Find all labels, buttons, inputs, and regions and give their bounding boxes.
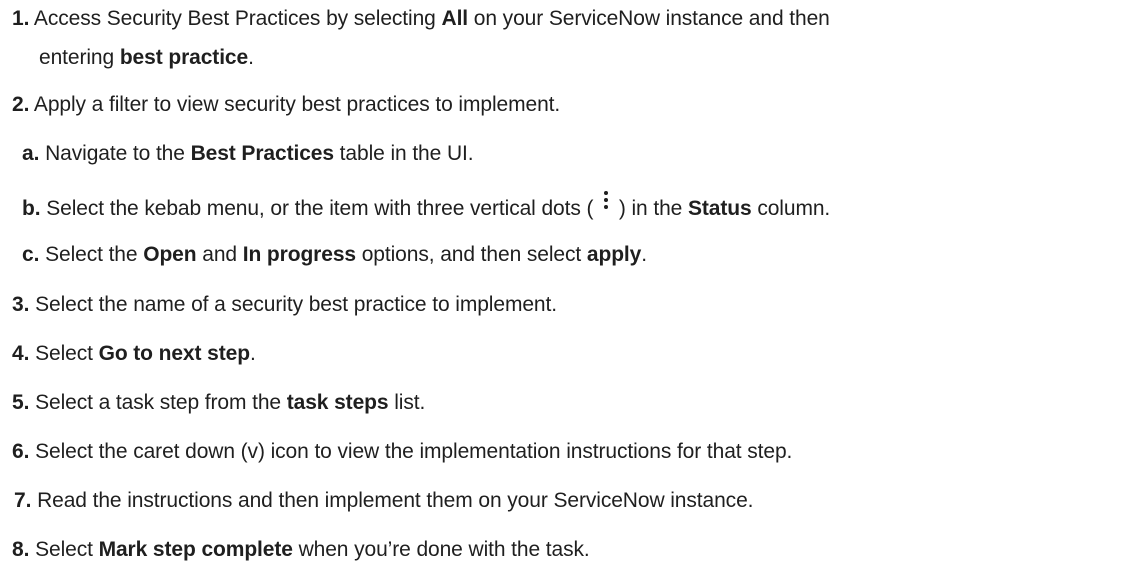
step-text: Navigate to the [45, 142, 191, 165]
step-text: when you’re done with the task. [292, 538, 590, 561]
step-1: 1. Access Security Best Practices by sel… [12, 6, 830, 32]
step-text: list. [388, 391, 426, 414]
step-2b: b. Select the kebab menu, or the item wi… [22, 191, 831, 222]
step-text: column. [751, 197, 831, 220]
bold-term-all: All [441, 7, 469, 30]
step-text: . [641, 243, 647, 266]
step-text: Select the kebab menu, or the item with … [46, 197, 600, 220]
step-1-continued: entering best practice. [39, 45, 254, 71]
step-letter: a. [22, 142, 40, 165]
step-number: 4. [12, 342, 30, 365]
bold-term-best-practice: best practice [119, 46, 249, 69]
step-text: Select the caret down (v) icon to view t… [35, 440, 793, 463]
step-text: Apply a filter to view security best pra… [33, 93, 561, 116]
step-text: entering [39, 46, 120, 69]
step-5: 5. Select a task step from the task step… [12, 390, 425, 416]
step-2c: c. Select the Open and In progress optio… [22, 242, 647, 268]
step-text: . [248, 46, 254, 69]
step-8: 8. Select Mark step complete when you’re… [12, 537, 590, 563]
bold-term-go-to-next-step: Go to next step [98, 342, 250, 365]
step-text: options, and then select [355, 243, 587, 266]
bold-term-best-practices: Best Practices [190, 142, 334, 165]
bold-term-status: Status [688, 197, 752, 220]
step-number: 3. [12, 293, 30, 316]
step-number: 5. [12, 391, 30, 414]
bold-term-mark-step-complete: Mark step complete [98, 538, 293, 561]
step-text: and [196, 243, 243, 266]
step-text: Read the instructions and then implement… [37, 489, 754, 512]
bold-term-open: Open [143, 243, 197, 266]
step-text: Select the [45, 243, 144, 266]
instructions-document: 1. Access Security Best Practices by sel… [0, 0, 1128, 570]
step-number: 1. [12, 7, 30, 30]
kebab-vertical-dots-icon [599, 191, 613, 216]
step-text: . [249, 342, 256, 365]
step-2a: a. Navigate to the Best Practices table … [22, 141, 474, 167]
step-letter: c. [22, 243, 40, 266]
step-2: 2. Apply a filter to view security best … [12, 92, 560, 118]
step-text: ) in the [613, 197, 688, 220]
step-text: Access Security Best Practices by select… [33, 7, 442, 30]
bold-term-task-steps: task steps [286, 391, 389, 414]
step-number: 6. [12, 440, 30, 463]
bold-term-apply: apply [586, 243, 642, 266]
step-number: 8. [12, 538, 30, 561]
step-text: on your ServiceNow instance and then [468, 7, 830, 30]
step-text: Select [35, 342, 99, 365]
step-text: table in the UI. [333, 142, 474, 165]
step-number: 7. [14, 489, 32, 512]
step-text: Select [35, 538, 99, 561]
step-4: 4. Select Go to next step. [12, 341, 256, 367]
step-letter: b. [22, 197, 41, 220]
step-text: Select a task step from the [35, 391, 287, 414]
step-7: 7. Read the instructions and then implem… [14, 488, 753, 514]
step-text: Select the name of a security best pract… [35, 293, 557, 316]
step-6: 6. Select the caret down (v) icon to vie… [12, 439, 792, 465]
step-number: 2. [12, 93, 30, 116]
step-3: 3. Select the name of a security best pr… [12, 292, 557, 318]
bold-term-in-progress: In progress [242, 243, 356, 266]
